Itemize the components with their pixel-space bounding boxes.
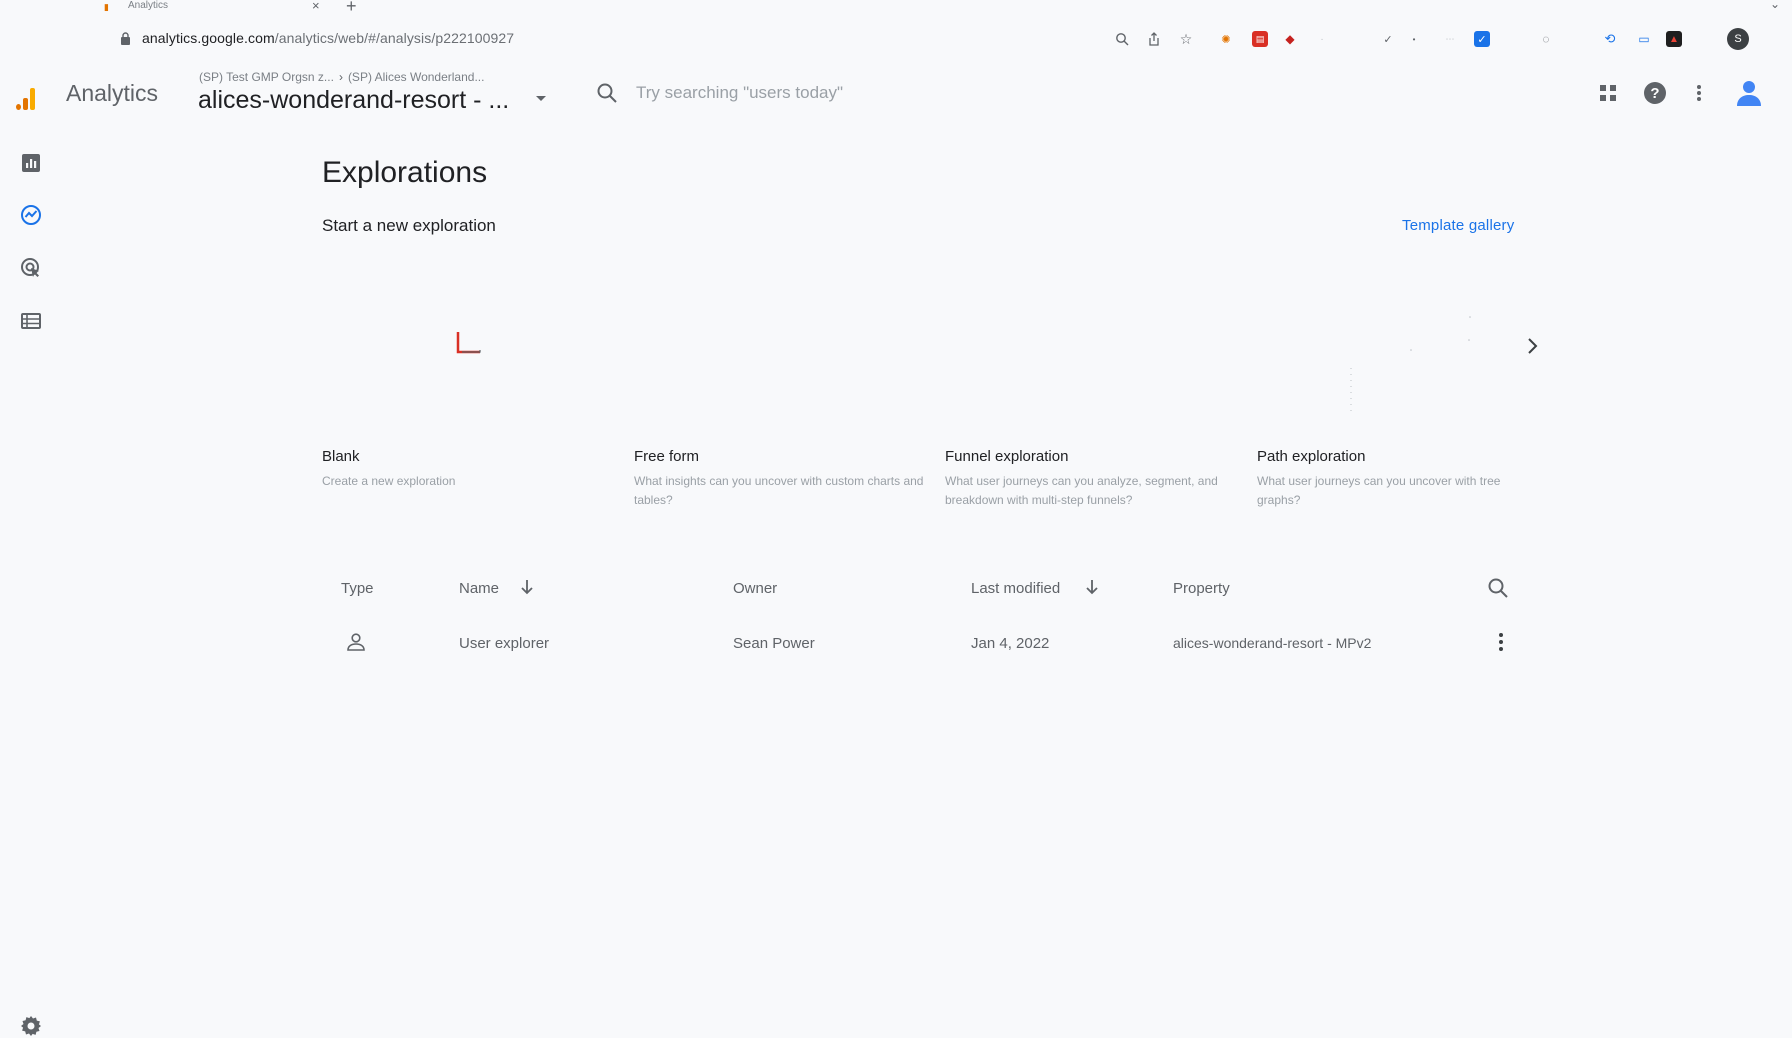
- template-gallery-link[interactable]: Template gallery: [1402, 217, 1514, 234]
- carousel-next-icon[interactable]: [1520, 334, 1544, 358]
- extension-4-icon[interactable]: ·: [1312, 29, 1332, 49]
- row-owner: Sean Power: [733, 635, 815, 652]
- free-form-card-thumbnail: [634, 248, 924, 448]
- breadcrumb[interactable]: (SP) Test GMP Orgsn z... › (SP) Alices Won…: [199, 70, 484, 84]
- row-last-modified: Jan 4, 2022: [971, 635, 1050, 652]
- more-vert-icon[interactable]: [1686, 80, 1712, 106]
- card-description: What user journeys can you uncover with …: [1257, 474, 1501, 507]
- breadcrumb-account[interactable]: (SP) Test GMP Orgsn z...: [199, 70, 334, 84]
- extension-12-icon[interactable]: ▲: [1666, 31, 1682, 47]
- user-type-icon: [347, 633, 365, 651]
- row-property: alices-wonderand-resort - MPv2: [1173, 635, 1372, 651]
- svg-text:?: ?: [1650, 85, 1659, 102]
- breadcrumb-separator-icon: ›: [338, 70, 343, 84]
- url-path: /analytics/web/#/analysis/p222100927: [274, 30, 515, 46]
- share-icon[interactable]: [1144, 29, 1164, 49]
- exploration-card-free-form[interactable]: Free form What insights can you uncover …: [634, 248, 924, 518]
- apps-grid-icon[interactable]: [1595, 80, 1621, 106]
- help-icon[interactable]: ?: [1642, 80, 1668, 106]
- advertising-icon[interactable]: [19, 256, 43, 280]
- column-header-property[interactable]: Property: [1173, 580, 1230, 597]
- column-header-name[interactable]: Name: [459, 580, 499, 597]
- sort-arrow-down-icon[interactable]: [518, 578, 536, 596]
- extension-7-icon[interactable]: ⋯: [1440, 29, 1460, 49]
- property-selector[interactable]: alices-wonderand-resort - ...: [198, 86, 509, 115]
- sort-arrow-down-icon[interactable]: [1083, 578, 1101, 596]
- funnel-card-thumbnail: [945, 248, 1235, 448]
- url-host: analytics.google.com: [142, 30, 275, 46]
- extension-5-icon[interactable]: ✓: [1378, 29, 1398, 49]
- card-title: Funnel exploration: [945, 448, 1069, 465]
- extension-8-icon[interactable]: ✓: [1474, 31, 1490, 47]
- page-title: Explorations: [322, 156, 488, 189]
- card-description: Create a new exploration: [322, 474, 456, 488]
- extension-11-icon[interactable]: ▭: [1634, 29, 1654, 49]
- home-reports-icon[interactable]: [19, 151, 43, 175]
- account-avatar-icon[interactable]: [1734, 78, 1764, 108]
- configure-list-icon[interactable]: [19, 309, 43, 333]
- blank-card-thumbnail: [456, 332, 481, 354]
- browser-profile-avatar[interactable]: S: [1727, 28, 1749, 50]
- exploration-card-blank[interactable]: Blank Create a new exploration: [322, 248, 612, 518]
- breadcrumb-property[interactable]: (SP) Alices Wonderland...: [348, 70, 485, 84]
- search-icon[interactable]: [596, 82, 618, 104]
- explore-icon[interactable]: [19, 203, 43, 227]
- path-card-thumbnail: [1350, 316, 1471, 414]
- extension-9-icon[interactable]: ◌: [1536, 29, 1556, 49]
- column-header-type[interactable]: Type: [341, 580, 374, 597]
- row-name[interactable]: User explorer: [459, 635, 549, 652]
- admin-settings-gear-icon[interactable]: [19, 1014, 43, 1038]
- card-title: Path exploration: [1257, 448, 1366, 465]
- extension-3-icon[interactable]: ◆: [1280, 29, 1300, 49]
- new-tab-icon[interactable]: +: [346, 0, 357, 17]
- app-name: Analytics: [66, 80, 159, 106]
- zoom-icon[interactable]: [1112, 29, 1132, 49]
- column-header-last-modified[interactable]: Last modified: [971, 580, 1060, 597]
- column-header-owner[interactable]: Owner: [733, 580, 777, 597]
- search-input[interactable]: [636, 80, 936, 106]
- browser-tab[interactable]: ▮ Analytics ×: [100, 0, 330, 14]
- extension-10-icon[interactable]: ⟲: [1600, 29, 1620, 49]
- exploration-card-funnel[interactable]: Funnel exploration What user journeys ca…: [945, 248, 1235, 518]
- lock-icon: [121, 32, 130, 45]
- address-bar[interactable]: analytics.google.com/analytics/web/#/ana…: [0, 22, 1792, 56]
- extension-2-icon[interactable]: ▤: [1252, 31, 1268, 47]
- card-description: What insights can you uncover with custo…: [634, 474, 924, 507]
- section-title: Start a new exploration: [322, 216, 496, 235]
- card-title: Free form: [634, 448, 700, 465]
- property-dropdown-icon[interactable]: [536, 96, 546, 101]
- tab-title: Analytics: [128, 0, 169, 11]
- extension-1-icon[interactable]: ✺: [1216, 29, 1236, 49]
- browser-tab-strip: ▮ Analytics × + ⌄: [0, 0, 1792, 17]
- analytics-logo-icon[interactable]: [16, 86, 36, 110]
- table-search-icon[interactable]: [1487, 577, 1509, 599]
- card-description: What user journeys can you analyze, segm…: [945, 474, 1218, 507]
- tab-close-icon[interactable]: ×: [312, 0, 320, 13]
- extension-6-icon[interactable]: •: [1404, 29, 1424, 49]
- card-title: Blank: [322, 448, 360, 465]
- analytics-favicon-icon: ▮: [104, 2, 109, 12]
- url-text[interactable]: analytics.google.com/analytics/web/#/ana…: [142, 30, 514, 46]
- row-more-vert-icon[interactable]: [1498, 632, 1504, 652]
- tab-search-chevron-icon[interactable]: ⌄: [1770, 0, 1780, 11]
- bookmark-star-icon[interactable]: ☆: [1176, 29, 1196, 49]
- exploration-card-path[interactable]: Path exploration What user journeys can …: [1257, 248, 1547, 518]
